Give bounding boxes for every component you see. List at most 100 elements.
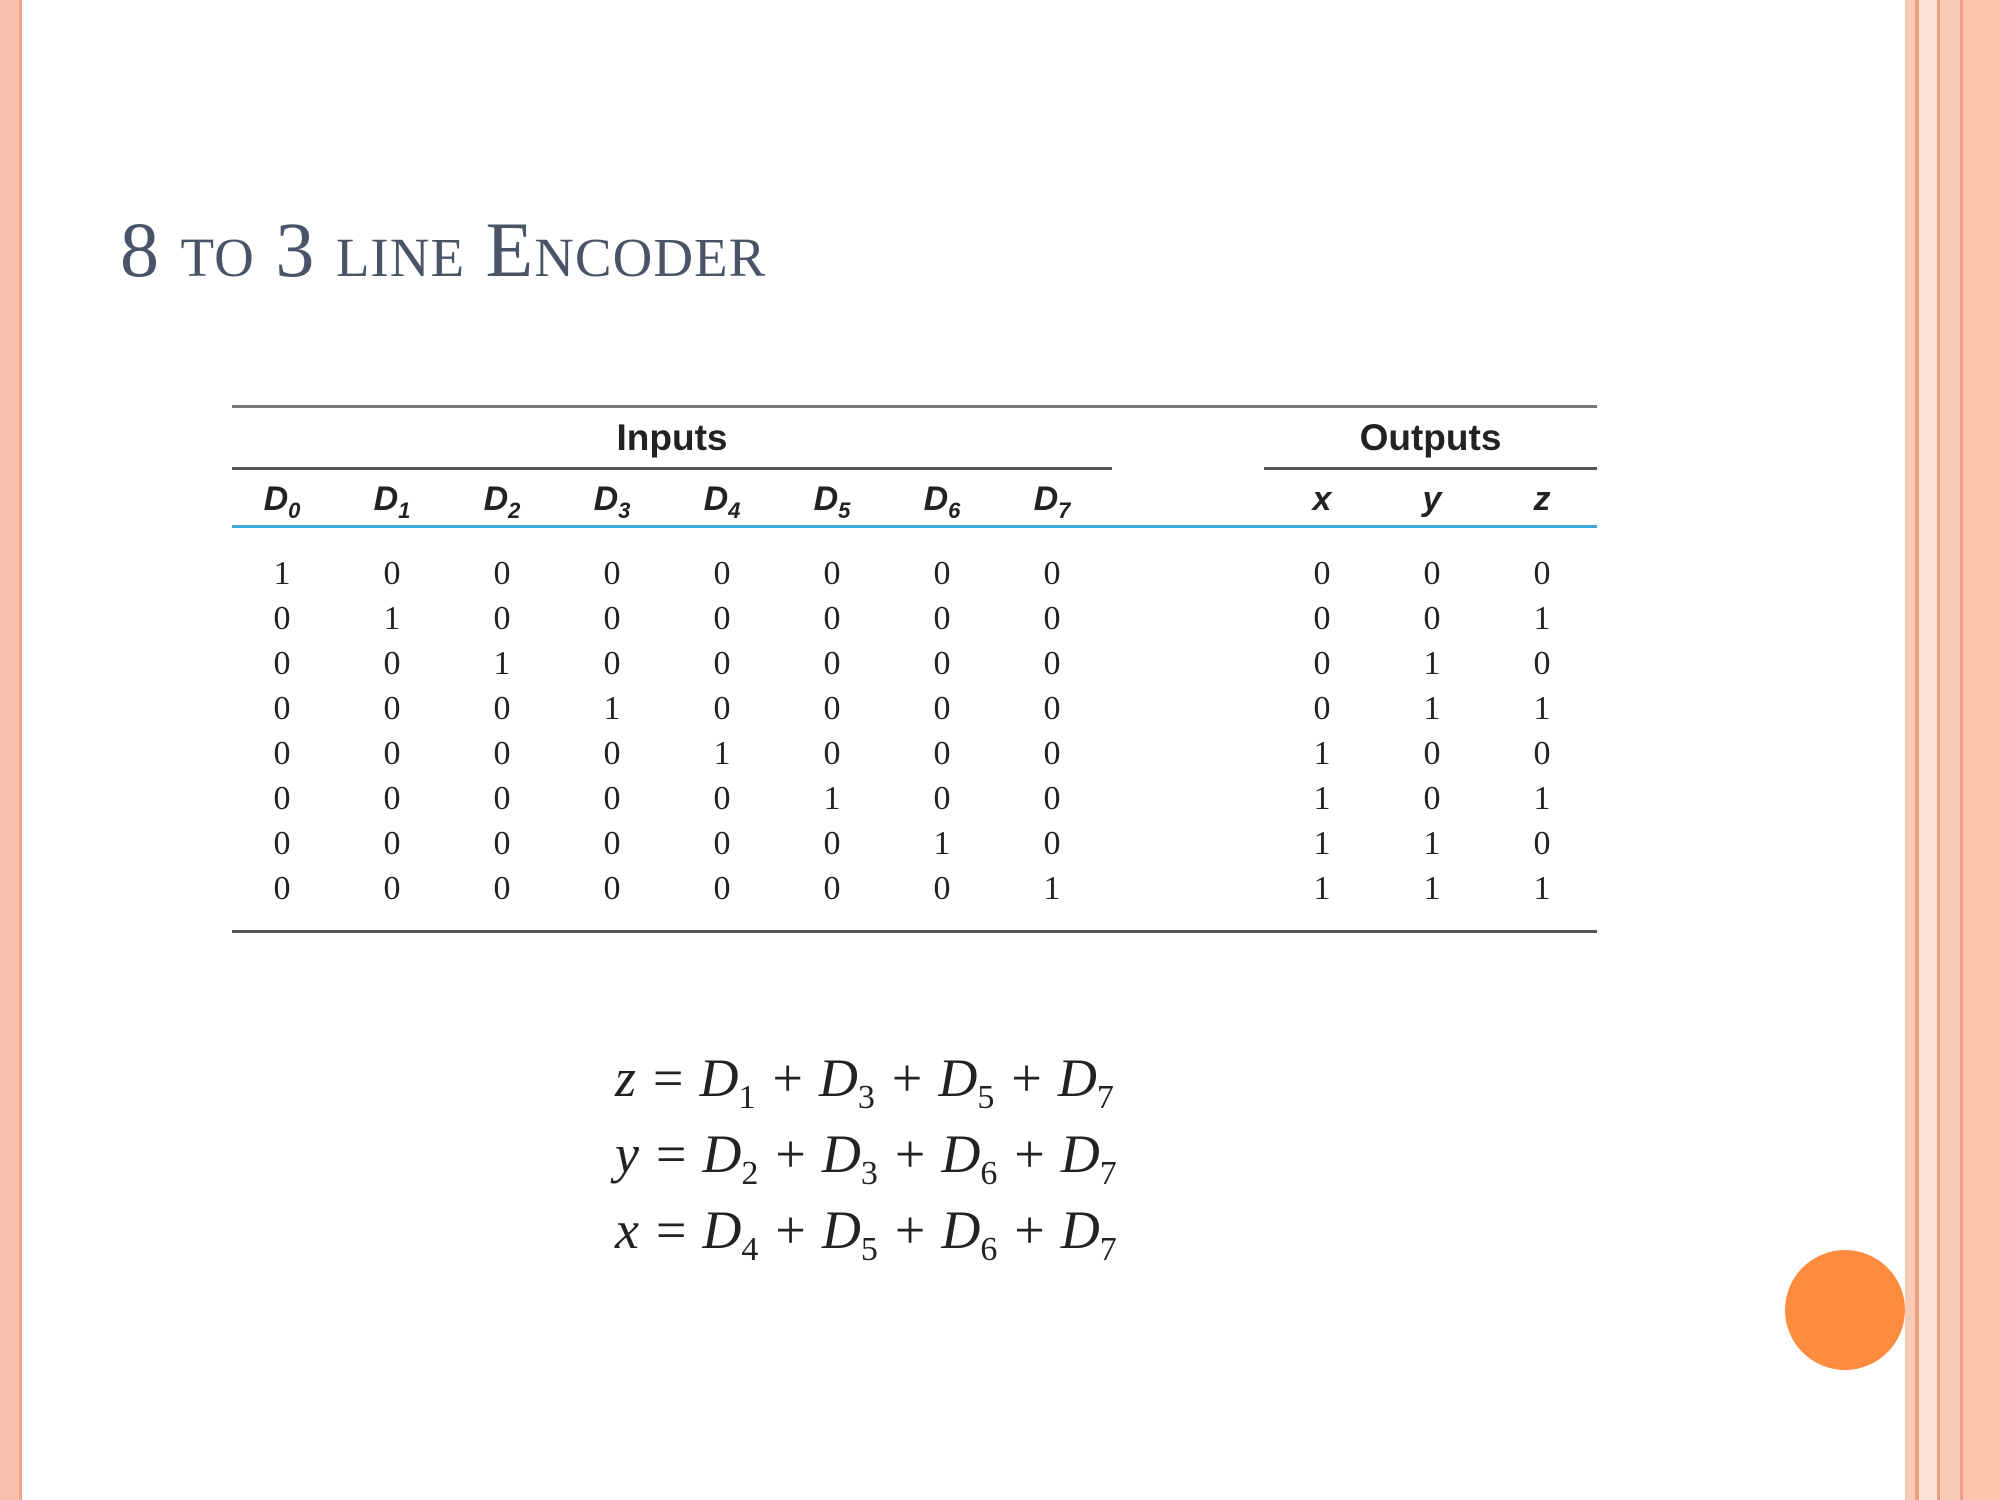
table-cell: 1	[603, 690, 621, 727]
table-cell: 1	[823, 780, 841, 817]
table-cell: 0	[823, 645, 841, 682]
table-cell: 0	[933, 645, 951, 682]
table-cell: 0	[1533, 825, 1551, 862]
table-cell: 0	[933, 690, 951, 727]
table-cell: 0	[1313, 690, 1331, 727]
outputs-group-rule	[1264, 467, 1597, 470]
inputs-group-rule	[232, 467, 1112, 470]
table-cell: 1	[1423, 825, 1441, 862]
inputs-group-header: Inputs	[616, 417, 728, 458]
table-cell: 0	[1423, 555, 1441, 592]
table-cell: 0	[1423, 780, 1441, 817]
table-cell: 0	[603, 555, 621, 592]
orange-circle-decoration	[1785, 1250, 1905, 1370]
table-cell: 0	[383, 555, 401, 592]
table-cell: 0	[1043, 555, 1061, 592]
table-cell: 1	[1043, 870, 1061, 907]
table-cell: 0	[1043, 735, 1061, 772]
table-cell: 0	[713, 780, 731, 817]
table-cell: 0	[603, 870, 621, 907]
table-cell: 0	[823, 870, 841, 907]
table-cell: 0	[1533, 645, 1551, 682]
table-cell: 0	[493, 870, 511, 907]
table-cell: 0	[713, 825, 731, 862]
right-frame-stripes	[1905, 0, 2000, 1500]
table-cell: 0	[713, 555, 731, 592]
column-header-d2: D2	[483, 480, 521, 523]
table-cell: 0	[1043, 780, 1061, 817]
table-cell: 0	[603, 780, 621, 817]
truth-table: Inputs Outputs D0 D1 D2 D3 D4 D5 D6 D7 x y z 1 0 0 0 0…	[232, 405, 1597, 935]
table-cell: 0	[273, 690, 291, 727]
table-cell: 0	[1533, 735, 1551, 772]
table-cell: 0	[1423, 735, 1441, 772]
equation-y: y = D2 + D3 + D6 + D7	[615, 1124, 1117, 1192]
table-cell: 1	[493, 645, 511, 682]
table-cell: 0	[383, 690, 401, 727]
table-cell: 0	[1423, 600, 1441, 637]
table-cell: 0	[933, 870, 951, 907]
table-cell: 0	[933, 780, 951, 817]
table-cell: 0	[493, 825, 511, 862]
table-cell: 0	[603, 735, 621, 772]
column-header-d7: D7	[1033, 480, 1071, 523]
table-cell: 0	[1313, 645, 1331, 682]
table-cell: 0	[493, 690, 511, 727]
table-cell: 0	[273, 600, 291, 637]
header-blue-rule	[232, 525, 1597, 528]
table-cell: 0	[603, 600, 621, 637]
table-cell: 0	[603, 825, 621, 862]
table-cell: 0	[383, 645, 401, 682]
table-cell: 1	[1313, 780, 1331, 817]
table-cell: 1	[1423, 645, 1441, 682]
table-cell: 0	[713, 600, 731, 637]
equation-z: z = D1 + D3 + D5 + D7	[615, 1048, 1114, 1116]
table-cell: 0	[383, 870, 401, 907]
table-cell: 0	[1043, 645, 1061, 682]
table-cell: 0	[713, 690, 731, 727]
table-cell: 0	[933, 735, 951, 772]
column-header-d3: D3	[593, 480, 631, 523]
column-header-d5: D5	[813, 480, 851, 523]
table-cell: 1	[1423, 870, 1441, 907]
table-cell: 1	[383, 600, 401, 637]
outputs-group-header: Outputs	[1359, 417, 1502, 458]
table-cell: 1	[1533, 870, 1551, 907]
table-top-rule	[232, 405, 1597, 408]
table-cell: 1	[713, 735, 731, 772]
left-frame-bar	[0, 0, 22, 1500]
table-cell: 0	[823, 735, 841, 772]
table-cell: 0	[493, 780, 511, 817]
table-cell: 0	[273, 735, 291, 772]
table-cell: 0	[603, 645, 621, 682]
table-cell: 1	[1313, 825, 1331, 862]
table-cell: 1	[933, 825, 951, 862]
column-header-d1: D1	[373, 480, 411, 523]
column-header-x: x	[1312, 480, 1332, 518]
table-cell: 0	[713, 870, 731, 907]
table-cell: 0	[273, 825, 291, 862]
table-cell: 0	[823, 555, 841, 592]
table-cell: 0	[1043, 825, 1061, 862]
table-cell: 0	[383, 735, 401, 772]
table-cell: 1	[273, 555, 291, 592]
table-cell: 0	[493, 555, 511, 592]
column-header-d4: D4	[703, 480, 741, 523]
table-cell: 1	[1533, 600, 1551, 637]
table-cell: 0	[273, 870, 291, 907]
table-cell: 0	[1533, 555, 1551, 592]
column-header-z: z	[1533, 480, 1551, 518]
table-cell: 0	[493, 600, 511, 637]
table-cell: 0	[1043, 600, 1061, 637]
table-bottom-rule	[232, 930, 1597, 933]
equation-x: x = D4 + D5 + D6 + D7	[615, 1200, 1117, 1268]
table-cell: 1	[1533, 780, 1551, 817]
table-cell: 0	[383, 825, 401, 862]
table-cell: 0	[1313, 600, 1331, 637]
table-cell: 0	[933, 600, 951, 637]
table-cell: 1	[1533, 690, 1551, 727]
column-header-d0: D0	[263, 480, 301, 523]
slide-title: 8 to 3 line Encoder	[120, 206, 767, 293]
table-cell: 0	[493, 735, 511, 772]
table-cell: 0	[823, 600, 841, 637]
